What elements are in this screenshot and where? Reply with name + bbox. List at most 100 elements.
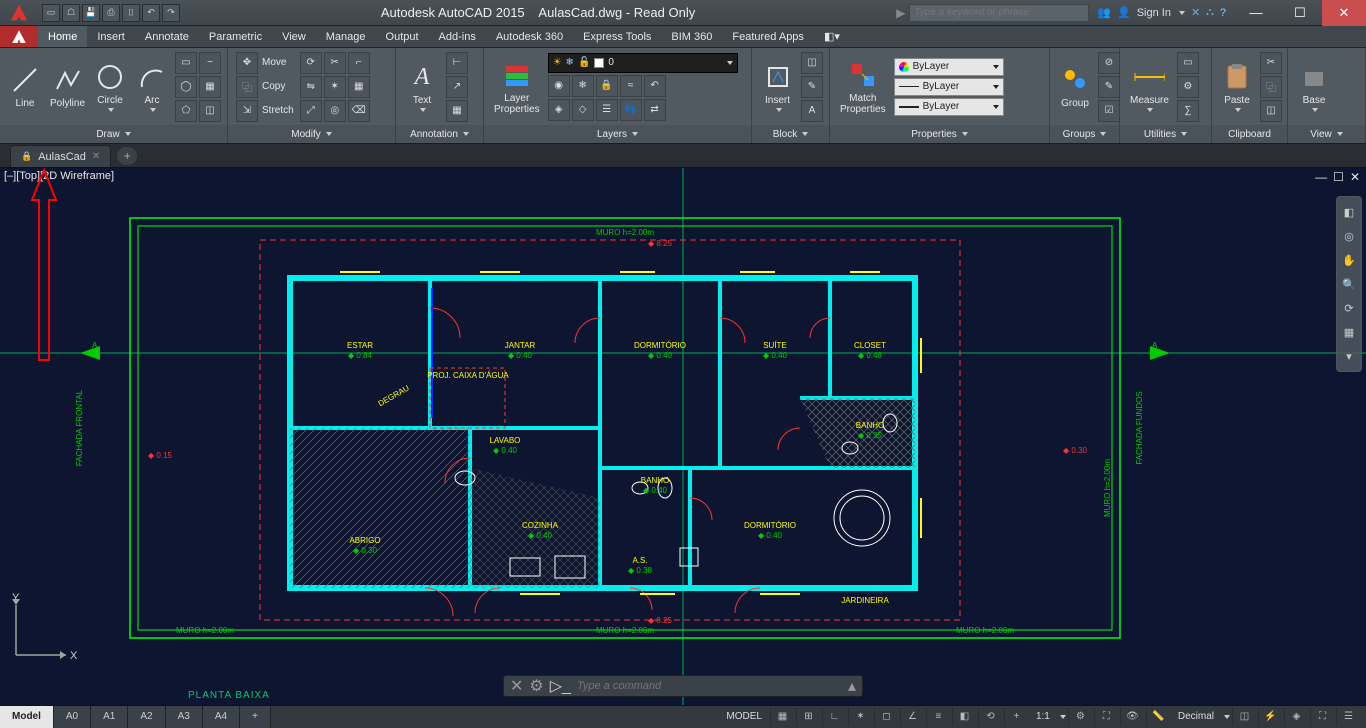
customize-status-icon[interactable]: ☰ xyxy=(1336,708,1360,726)
status-scale[interactable]: 1:1 xyxy=(1030,711,1056,722)
tab-addins[interactable]: Add-ins xyxy=(429,26,486,47)
help-icon[interactable]: ? xyxy=(1220,7,1226,19)
anno-monitor-icon[interactable]: 👁 xyxy=(1120,708,1144,726)
panel-properties-title[interactable]: Properties xyxy=(830,125,1049,143)
qat-save-icon[interactable]: 💾 xyxy=(82,4,100,22)
layer-prev-icon[interactable]: ↶ xyxy=(644,75,666,97)
iso-icon[interactable]: ◈ xyxy=(1284,708,1308,726)
units-icon[interactable]: 📏 xyxy=(1146,708,1170,726)
copy-button[interactable]: ⿻Copy xyxy=(234,76,296,98)
ws-icon[interactable]: ⛶ xyxy=(1094,708,1118,726)
vp-close-icon[interactable]: ✕ xyxy=(1350,170,1360,184)
tab-output[interactable]: Output xyxy=(376,26,429,47)
line-button[interactable]: Line xyxy=(6,62,44,111)
status-units[interactable]: Decimal xyxy=(1172,711,1220,722)
rotate-icon[interactable]: ⟳ xyxy=(300,52,322,74)
signin-label[interactable]: Sign In xyxy=(1137,7,1171,19)
vp-maximize-icon[interactable]: ☐ xyxy=(1333,170,1344,184)
steering-icon[interactable]: ◎ xyxy=(1340,227,1358,245)
stretch-button[interactable]: ⇲Stretch xyxy=(234,100,296,122)
command-line[interactable]: ✕ ⚙ ▷_ ▴ xyxy=(503,675,863,697)
grid-icon[interactable]: ▦ xyxy=(770,708,794,726)
viewcube-icon[interactable]: ◧ xyxy=(1340,203,1358,221)
annoscale-icon[interactable]: ⚙ xyxy=(1068,708,1092,726)
cut-icon[interactable]: ✂ xyxy=(1260,52,1282,74)
close-tab-icon[interactable]: ✕ xyxy=(92,151,100,162)
group-button[interactable]: Group xyxy=(1056,62,1094,111)
transparency-icon[interactable]: ◧ xyxy=(952,708,976,726)
layout-a0[interactable]: A0 xyxy=(54,706,91,728)
close-button[interactable]: ✕ xyxy=(1322,0,1366,26)
polyline-button[interactable]: Polyline xyxy=(48,62,87,111)
app-menu-button[interactable] xyxy=(0,26,38,47)
panel-layers-title[interactable]: Layers xyxy=(484,125,751,143)
move-button[interactable]: ✥Move xyxy=(234,52,296,74)
panel-utilities-title[interactable]: Utilities xyxy=(1120,125,1211,143)
stayconnected-icon[interactable]: ⛬ xyxy=(1206,6,1214,19)
calc-icon[interactable]: ∑ xyxy=(1177,100,1199,122)
layer-off-icon[interactable]: ◉ xyxy=(548,75,570,97)
edit-block-icon[interactable]: ✎ xyxy=(801,76,823,98)
hatch-icon[interactable]: ▦ xyxy=(199,76,221,98)
snap-icon[interactable]: ⊞ xyxy=(796,708,820,726)
circle-button[interactable]: Circle xyxy=(91,59,129,114)
layer-walk-icon[interactable]: 👣 xyxy=(620,99,642,121)
cmd-close-icon[interactable]: ✕ xyxy=(510,676,523,696)
tab-bim360[interactable]: BIM 360 xyxy=(661,26,722,47)
navbar-toggle-icon[interactable]: ▾ xyxy=(1340,347,1358,365)
ungroup-icon[interactable]: ⊘ xyxy=(1098,52,1120,74)
select-icon[interactable]: ▭ xyxy=(1177,52,1199,74)
dyn-icon[interactable]: + xyxy=(1004,708,1028,726)
qat-redo-icon[interactable]: ↷ xyxy=(162,4,180,22)
minimize-button[interactable]: — xyxy=(1234,0,1278,26)
create-block-icon[interactable]: ◫ xyxy=(801,52,823,74)
layout-model[interactable]: Model xyxy=(0,706,54,728)
status-model[interactable]: MODEL xyxy=(720,711,768,722)
polar-icon[interactable]: ✶ xyxy=(848,708,872,726)
measure-button[interactable]: Measure xyxy=(1126,59,1173,114)
ortho-icon[interactable]: ∟ xyxy=(822,708,846,726)
qselect-icon[interactable]: ⚙ xyxy=(1177,76,1199,98)
layer-uniso-icon[interactable]: ◇ xyxy=(572,99,594,121)
drawing-area[interactable]: [–][Top][2D Wireframe] — ☐ ✕ ◧ ◎ ✋ 🔍 ⟳ ▦… xyxy=(0,168,1366,705)
command-input[interactable] xyxy=(577,680,842,692)
new-tab-button[interactable]: + xyxy=(117,147,137,165)
explode-icon[interactable]: ✶ xyxy=(324,76,346,98)
signin-icon[interactable]: 👤 xyxy=(1117,6,1131,19)
array-icon[interactable]: ▦ xyxy=(348,76,370,98)
layout-a4[interactable]: A4 xyxy=(203,706,240,728)
tab-view[interactable]: View xyxy=(272,26,316,47)
showmotion-icon[interactable]: ▦ xyxy=(1340,323,1358,341)
layer-freeze-icon[interactable]: ❄ xyxy=(572,75,594,97)
search-input[interactable] xyxy=(909,4,1089,22)
qp-icon[interactable]: ◫ xyxy=(1232,708,1256,726)
layer-states-icon[interactable]: ☰ xyxy=(596,99,618,121)
trim-icon[interactable]: ✂ xyxy=(324,52,346,74)
table-icon[interactable]: ▦ xyxy=(446,100,468,122)
tab-home[interactable]: Home xyxy=(38,26,87,47)
erase-icon[interactable]: ⌫ xyxy=(348,100,370,122)
region-icon[interactable]: ◫ xyxy=(199,100,221,122)
copy-clip-icon[interactable]: ⿻ xyxy=(1260,76,1282,98)
tab-insert[interactable]: Insert xyxy=(87,26,135,47)
tab-manage[interactable]: Manage xyxy=(316,26,376,47)
layer-change-icon[interactable]: ⇄ xyxy=(644,99,666,121)
infocenter-icon[interactable]: 👥 xyxy=(1097,6,1111,19)
panel-annotation-title[interactable]: Annotation xyxy=(396,125,483,143)
tab-annotate[interactable]: Annotate xyxy=(135,26,199,47)
cmd-customize-icon[interactable]: ⚙ xyxy=(529,676,543,696)
layout-a2[interactable]: A2 xyxy=(128,706,165,728)
layer-match-icon[interactable]: ≈ xyxy=(620,75,642,97)
layer-iso-icon[interactable]: ◈ xyxy=(548,99,570,121)
color-combo[interactable]: ByLayer xyxy=(894,58,1004,76)
paste-button[interactable]: Paste xyxy=(1218,59,1256,114)
tab-express[interactable]: Express Tools xyxy=(573,26,661,47)
cycling-icon[interactable]: ⟲ xyxy=(978,708,1002,726)
spline-icon[interactable]: ~ xyxy=(199,52,221,74)
group-sel-icon[interactable]: ☑ xyxy=(1098,100,1120,122)
panel-modify-title[interactable]: Modify xyxy=(228,125,395,143)
panel-block-title[interactable]: Block xyxy=(752,125,829,143)
osnap-icon[interactable]: ◻ xyxy=(874,708,898,726)
leader-icon[interactable]: ↗ xyxy=(446,76,468,98)
lineweight-combo[interactable]: ByLayer xyxy=(894,98,1004,116)
